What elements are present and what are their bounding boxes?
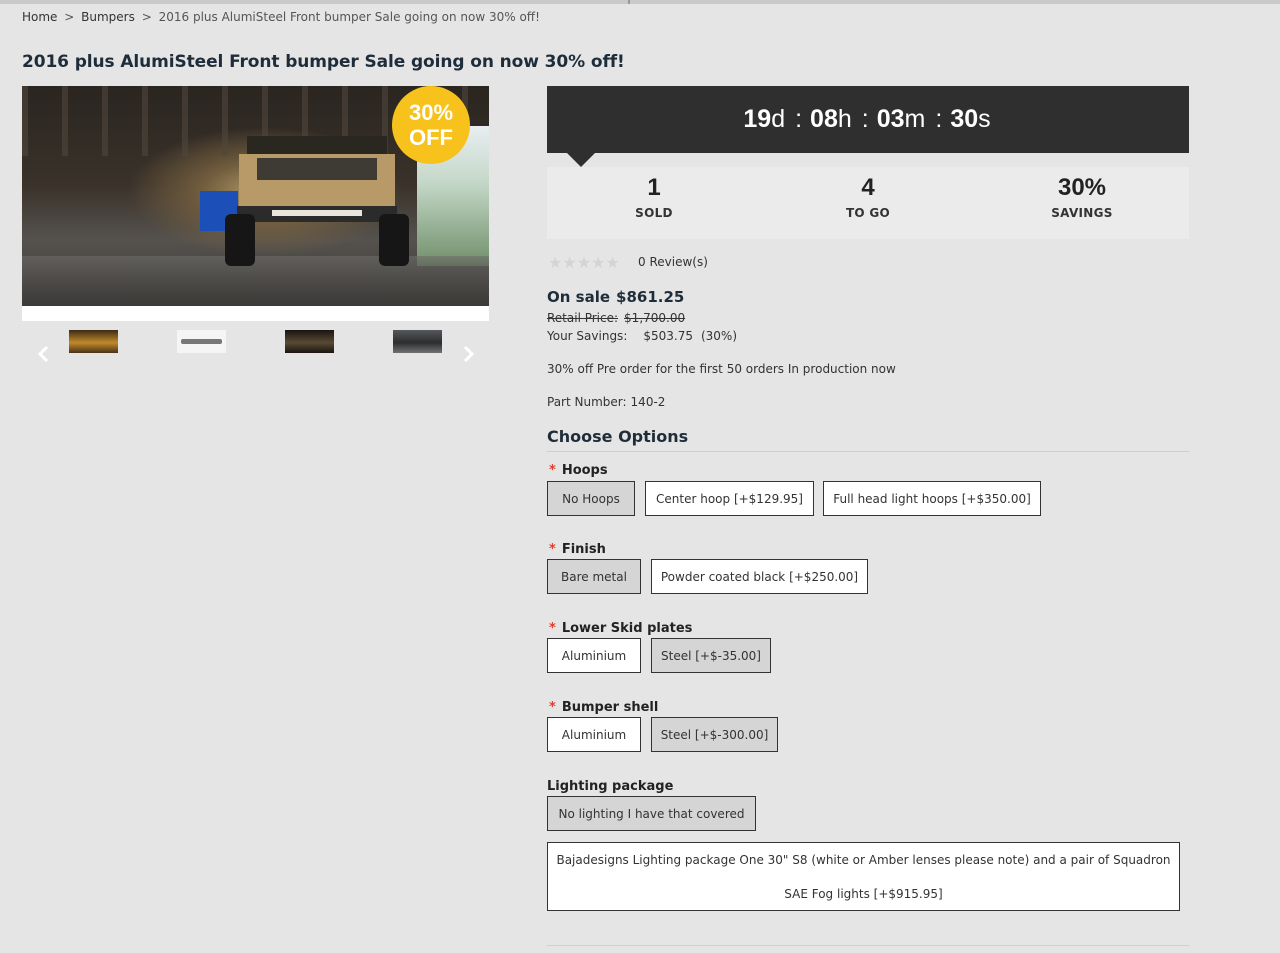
reviews-link[interactable]: 0 Review(s): [638, 255, 708, 269]
breadcrumb: Home > Bumpers > 2016 plus AlumiSteel Fr…: [22, 10, 540, 24]
countdown-separator: :: [935, 105, 943, 133]
countdown-seconds: 30: [950, 105, 979, 133]
chevron-left-icon: [37, 345, 49, 363]
on-sale-label: On sale: [547, 288, 611, 306]
divider: [547, 451, 1189, 452]
option-shell-aluminium[interactable]: Aluminium: [547, 717, 641, 752]
gallery-next-button[interactable]: [460, 344, 478, 370]
countdown-hours-unit: h: [837, 105, 852, 133]
countdown-separator: :: [795, 105, 803, 133]
option-hoops-center[interactable]: Center hoop [+$129.95]: [645, 481, 814, 516]
countdown-hours: 08: [810, 105, 838, 133]
gallery-thumbnail[interactable]: [177, 330, 226, 353]
savings-amount: $503.75: [643, 329, 693, 343]
option-shell-steel[interactable]: Steel [+$-300.00]: [651, 717, 778, 752]
part-number: Part Number: 140-2: [547, 395, 665, 409]
product-description: 30% off Pre order for the first 50 order…: [547, 362, 896, 376]
on-sale-price: $861.25: [616, 288, 685, 306]
discount-badge: 30% OFF: [392, 86, 470, 164]
part-number-label: Part Number:: [547, 395, 627, 409]
required-mark: *: [549, 621, 556, 636]
breadcrumb-home-link[interactable]: Home: [22, 10, 57, 24]
required-mark: *: [549, 542, 556, 557]
breadcrumb-separator: >: [141, 10, 152, 24]
option-label-finish: * Finish: [547, 542, 606, 557]
option-label-text: Bumper shell: [561, 700, 659, 715]
option-finish-bare-metal[interactable]: Bare metal: [547, 559, 641, 594]
stat-value: 1: [647, 174, 661, 201]
badge-percent: 30%: [408, 100, 454, 125]
option-hoops-no-hoops[interactable]: No Hoops: [547, 481, 635, 516]
retail-value: $1,700.00: [624, 311, 686, 325]
top-bar: [0, 0, 1280, 4]
chevron-right-icon: [463, 345, 475, 363]
your-savings: Your Savings: $503.75 (30%): [547, 329, 737, 343]
breadcrumb-current: 2016 plus AlumiSteel Front bumper Sale g…: [158, 10, 540, 24]
required-mark: *: [549, 463, 556, 478]
stat-value: 4: [861, 174, 875, 201]
sale-price: On sale $861.25: [547, 288, 684, 306]
gallery-thumbnail[interactable]: [393, 330, 442, 353]
savings-label: Your Savings:: [547, 329, 628, 343]
countdown-days-unit: d: [771, 105, 786, 133]
divider: [547, 945, 1189, 946]
stat-to-go: 4 TO GO: [761, 167, 975, 239]
savings-percent: (30%): [700, 329, 738, 343]
countdown-minutes: 03: [876, 105, 905, 133]
image-footer-strip: [22, 306, 489, 321]
option-skid-steel[interactable]: Steel [+$-35.00]: [651, 638, 771, 673]
option-label-text: Hoops: [561, 463, 608, 478]
part-number-value: 140-2: [630, 395, 666, 409]
badge-off: OFF: [409, 125, 453, 150]
option-hoops-full-headlight[interactable]: Full head light hoops [+$350.00]: [823, 481, 1041, 516]
option-lighting-bajadesigns-line1: Bajadesigns Lighting package One 30" S8 …: [556, 852, 1171, 867]
breadcrumb-separator: >: [64, 10, 75, 24]
option-label-text: Lower Skid plates: [561, 621, 693, 636]
option-finish-powder-coated[interactable]: Powder coated black [+$250.00]: [651, 559, 868, 594]
gallery-prev-button[interactable]: [34, 344, 52, 370]
stat-label: TO GO: [845, 206, 891, 220]
option-label-skid: * Lower Skid plates: [547, 621, 692, 636]
gallery-thumbnail[interactable]: [285, 330, 334, 353]
required-mark: *: [549, 700, 556, 715]
option-lighting-none[interactable]: No lighting I have that covered: [547, 796, 756, 831]
stat-sold: 1 SOLD: [547, 167, 761, 239]
deal-stats: 1 SOLD 4 TO GO 30% SAVINGS: [547, 167, 1189, 239]
countdown-separator: :: [861, 105, 869, 133]
breadcrumb-bumpers-link[interactable]: Bumpers: [81, 10, 135, 24]
stat-label: SOLD: [635, 206, 673, 220]
countdown-days: 19: [743, 105, 772, 133]
option-skid-aluminium[interactable]: Aluminium: [547, 638, 641, 673]
countdown-seconds-unit: s: [978, 105, 991, 133]
countdown-minutes-unit: m: [904, 105, 926, 133]
truck-illustration: [225, 136, 409, 266]
option-label-text: Finish: [561, 542, 606, 557]
choose-options-heading: Choose Options: [547, 427, 689, 446]
option-label-lighting: Lighting package: [547, 779, 673, 794]
sale-countdown: 19 d : 08 h : 03 m : 30 s: [547, 86, 1189, 153]
retail-price: Retail Price: $1,700.00: [547, 311, 685, 325]
top-bar-marker: [628, 0, 630, 4]
option-lighting-bajadesigns[interactable]: Bajadesigns Lighting package One 30" S8 …: [547, 842, 1180, 911]
gallery-thumbnail[interactable]: [69, 330, 118, 353]
option-label-hoops: * Hoops: [547, 463, 608, 478]
option-label-text: Lighting package: [547, 779, 674, 794]
option-lighting-bajadesigns-line2: SAE Fog lights [+$915.95]: [784, 886, 943, 901]
retail-label: Retail Price:: [547, 311, 619, 325]
option-label-shell: * Bumper shell: [547, 700, 658, 715]
countdown-pointer: [567, 153, 595, 167]
stat-value: 30%: [1057, 174, 1107, 201]
rating-stars-icon[interactable]: ★★★★★: [548, 253, 620, 272]
stat-savings: 30% SAVINGS: [975, 167, 1189, 239]
page-title: 2016 plus AlumiSteel Front bumper Sale g…: [22, 52, 625, 72]
stat-label: SAVINGS: [1051, 206, 1113, 220]
